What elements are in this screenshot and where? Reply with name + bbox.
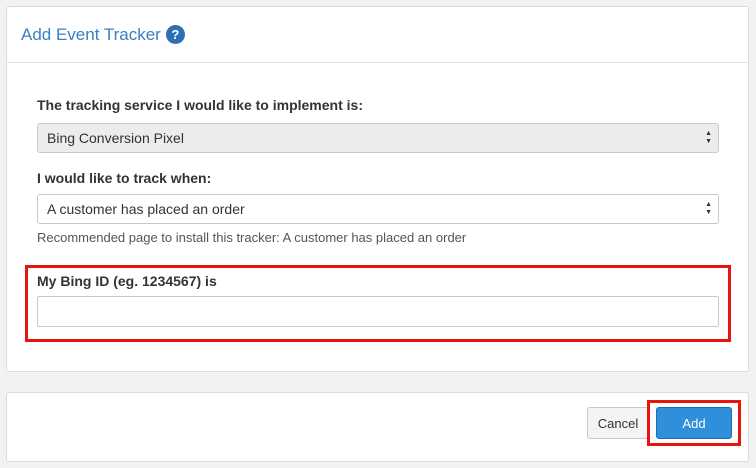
tracking-service-select[interactable]: Bing Conversion Pixel ▲ ▼: [37, 123, 719, 153]
recommended-page-text: Recommended page to install this tracker…: [37, 230, 467, 245]
footer-panel: Cancel Add: [6, 392, 749, 462]
track-when-select[interactable]: A customer has placed an order ▲ ▼: [37, 194, 719, 224]
tracking-service-value: Bing Conversion Pixel: [47, 130, 184, 146]
help-circle-icon[interactable]: ?: [165, 25, 185, 44]
updown-arrows-icon: ▲ ▼: [705, 130, 712, 145]
track-when-value: A customer has placed an order: [47, 201, 245, 217]
updown-arrows-icon: ▲ ▼: [705, 201, 712, 216]
track-when-label: I would like to track when:: [37, 170, 212, 186]
service-label: The tracking service I would like to imp…: [37, 97, 363, 113]
cancel-button[interactable]: Cancel: [587, 407, 649, 439]
event-tracker-panel: Add Event Tracker ? The tracking service…: [6, 6, 749, 372]
panel-header: Add Event Tracker ?: [7, 7, 748, 63]
add-button[interactable]: Add: [656, 407, 732, 439]
page-title: Add Event Tracker: [21, 24, 161, 44]
bing-id-label: My Bing ID (eg. 1234567) is: [37, 273, 217, 289]
bing-id-input[interactable]: [37, 296, 719, 327]
